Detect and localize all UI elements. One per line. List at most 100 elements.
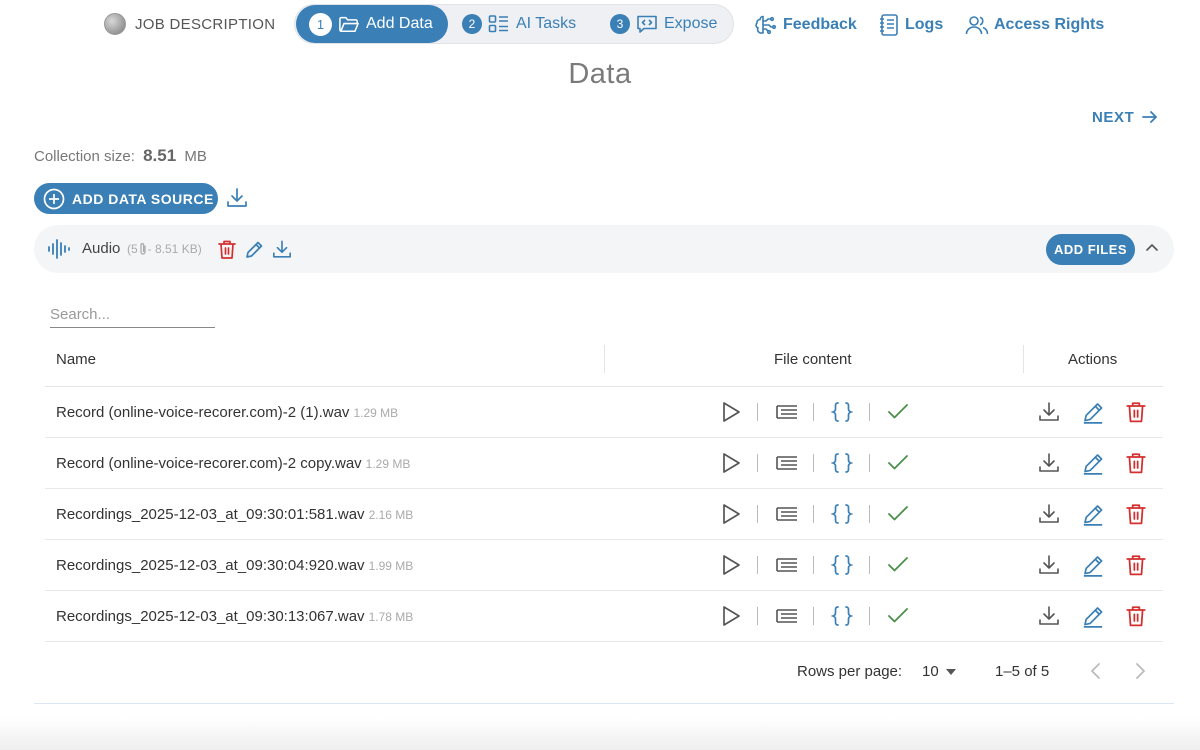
play-icon bbox=[723, 504, 740, 524]
step-expose[interactable]: 3 Expose bbox=[610, 5, 717, 43]
json-button[interactable] bbox=[831, 502, 853, 526]
play-icon bbox=[723, 606, 740, 626]
divider bbox=[813, 454, 814, 472]
text-lines-icon bbox=[776, 609, 797, 623]
transcript-button[interactable] bbox=[776, 451, 798, 475]
column-divider bbox=[604, 345, 605, 373]
collection-size: Collection size: 8.51 MB bbox=[34, 146, 207, 166]
add-data-source-button[interactable]: ADD DATA SOURCE bbox=[34, 183, 218, 214]
trash-icon bbox=[1126, 504, 1146, 525]
step-ai-tasks[interactable]: 2 AI Tasks bbox=[462, 5, 576, 43]
next-button[interactable]: NEXT bbox=[1092, 106, 1158, 128]
search-input[interactable] bbox=[50, 301, 215, 328]
previous-page-button[interactable] bbox=[1089, 662, 1103, 680]
pencil-icon bbox=[1083, 556, 1103, 577]
column-header-name[interactable]: Name bbox=[56, 351, 96, 368]
play-icon bbox=[723, 555, 740, 575]
play-button[interactable] bbox=[721, 502, 741, 526]
edit-file-button[interactable] bbox=[1081, 451, 1105, 475]
file-size: 2.16 MB bbox=[368, 508, 414, 522]
edit-source-button[interactable] bbox=[244, 239, 264, 260]
play-button[interactable] bbox=[721, 451, 741, 475]
json-button[interactable] bbox=[831, 553, 853, 577]
delete-file-button[interactable] bbox=[1125, 400, 1147, 424]
access-rights-link[interactable]: Access Rights bbox=[965, 13, 1104, 37]
logs-link[interactable]: Logs bbox=[878, 13, 943, 37]
transcript-button[interactable] bbox=[776, 604, 798, 628]
file-name-cell: Recordings_2025-12-03_at_09:30:04:920.wa… bbox=[56, 557, 413, 574]
delete-source-button[interactable] bbox=[217, 239, 237, 260]
download-file-button[interactable] bbox=[1038, 502, 1060, 526]
download-source-button[interactable] bbox=[272, 239, 292, 260]
edit-file-button[interactable] bbox=[1081, 553, 1105, 577]
curly-braces-icon bbox=[831, 504, 853, 524]
play-button[interactable] bbox=[721, 400, 741, 424]
json-button[interactable] bbox=[831, 604, 853, 628]
divider bbox=[813, 556, 814, 574]
file-name: Recordings_2025-12-03_at_09:30:13:067.wa… bbox=[56, 608, 365, 625]
table-row: Recordings_2025-12-03_at_09:30:04:920.wa… bbox=[45, 540, 1163, 591]
file-name-cell: Recordings_2025-12-03_at_09:30:01:581.wa… bbox=[56, 506, 413, 523]
download-icon bbox=[1039, 555, 1059, 574]
files-table: Name File content Actions Record (online… bbox=[45, 333, 1163, 642]
file-size: 1.29 MB bbox=[353, 406, 399, 420]
download-all-button[interactable] bbox=[226, 187, 248, 209]
collapse-button[interactable] bbox=[1145, 242, 1159, 252]
check-icon bbox=[888, 404, 908, 419]
download-file-button[interactable] bbox=[1038, 553, 1060, 577]
top-navigation: JOB DESCRIPTION 1 Add Data 2 AI Tasks 3 bbox=[0, 0, 1200, 50]
download-file-button[interactable] bbox=[1038, 451, 1060, 475]
page-title: Data bbox=[568, 58, 632, 90]
pencil-icon bbox=[246, 241, 263, 258]
feedback-link[interactable]: Feedback bbox=[754, 13, 857, 37]
step-add-data[interactable]: 1 Add Data bbox=[296, 5, 448, 43]
column-header-file-content: File content bbox=[774, 351, 852, 368]
transcript-button[interactable] bbox=[776, 553, 798, 577]
rows-per-page-select[interactable]: 10 bbox=[922, 663, 957, 680]
step-label: Expose bbox=[664, 15, 718, 32]
data-source-meta: (5 - 8.51 KB) bbox=[127, 242, 202, 256]
curly-braces-icon bbox=[831, 402, 853, 422]
download-icon bbox=[1039, 504, 1059, 523]
divider bbox=[869, 607, 870, 625]
edit-file-button[interactable] bbox=[1081, 502, 1105, 526]
transcript-button[interactable] bbox=[776, 502, 798, 526]
delete-file-button[interactable] bbox=[1125, 553, 1147, 577]
divider bbox=[757, 403, 758, 421]
curly-braces-icon bbox=[831, 555, 853, 575]
column-divider bbox=[1023, 345, 1024, 373]
pencil-icon bbox=[1083, 607, 1103, 628]
download-icon bbox=[1039, 453, 1059, 472]
edit-file-button[interactable] bbox=[1081, 604, 1105, 628]
list-layout-icon bbox=[488, 15, 508, 33]
check-icon bbox=[888, 608, 908, 623]
data-source-header[interactable]: Audio (5 - 8.51 KB) ADD FILES bbox=[34, 225, 1174, 273]
edit-file-button[interactable] bbox=[1081, 400, 1105, 424]
check-icon bbox=[888, 506, 908, 521]
delete-file-button[interactable] bbox=[1125, 604, 1147, 628]
pagination-range: 1–5 of 5 bbox=[995, 663, 1050, 680]
transcript-button[interactable] bbox=[776, 400, 798, 424]
play-button[interactable] bbox=[721, 604, 741, 628]
check-icon bbox=[888, 455, 908, 470]
delete-file-button[interactable] bbox=[1125, 451, 1147, 475]
download-file-button[interactable] bbox=[1038, 400, 1060, 424]
json-button[interactable] bbox=[831, 451, 853, 475]
logs-label: Logs bbox=[905, 16, 944, 33]
file-name-cell: Record (online-voice-recorer.com)-2 copy… bbox=[56, 455, 410, 472]
add-files-button[interactable]: ADD FILES bbox=[1046, 234, 1135, 265]
access-rights-label: Access Rights bbox=[994, 16, 1105, 33]
play-button[interactable] bbox=[721, 553, 741, 577]
rows-per-page-value: 10 bbox=[922, 663, 939, 680]
json-button[interactable] bbox=[831, 400, 853, 424]
text-lines-icon bbox=[776, 405, 797, 419]
download-file-button[interactable] bbox=[1038, 604, 1060, 628]
delete-file-button[interactable] bbox=[1125, 502, 1147, 526]
job-description-link[interactable]: JOB DESCRIPTION bbox=[104, 13, 275, 35]
curly-braces-icon bbox=[831, 606, 853, 626]
processed-status bbox=[887, 553, 909, 577]
add-data-source-label: ADD DATA SOURCE bbox=[72, 190, 214, 207]
trash-icon bbox=[1126, 402, 1146, 423]
divider bbox=[813, 403, 814, 421]
next-page-button[interactable] bbox=[1133, 662, 1147, 680]
